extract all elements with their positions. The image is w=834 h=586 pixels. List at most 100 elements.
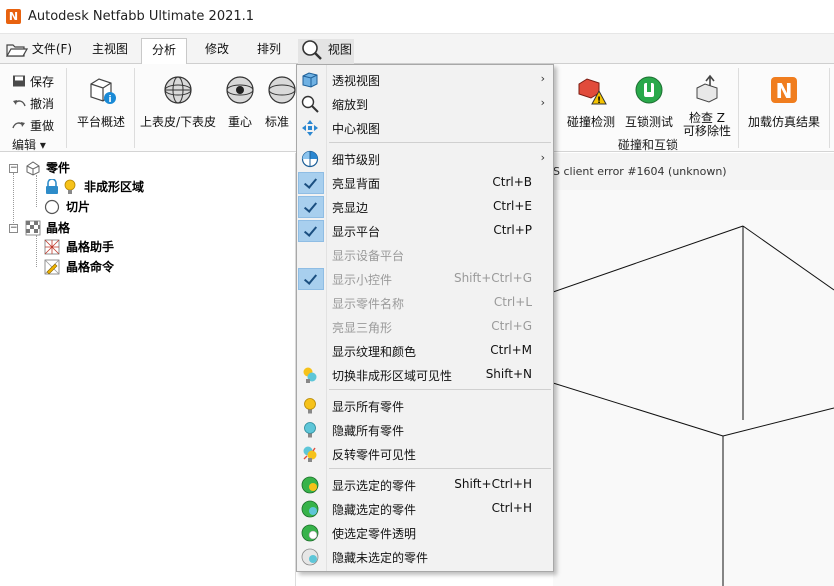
- menu-item-label: 反转零件可见性: [332, 448, 417, 462]
- menu-item[interactable]: 亮显背面 Ctrl+B: [297, 171, 553, 195]
- netfabb-simulation-icon: N: [771, 77, 797, 103]
- tree-item-lattice-command[interactable]: 晶格命令: [66, 258, 114, 276]
- hide-selected-icon: [301, 500, 319, 518]
- part-tree-panel: − 零件 非成形区域 切片 − 晶格 晶格助手 晶格命令: [0, 153, 296, 586]
- menu-item[interactable]: 反转零件可见性: [297, 442, 553, 466]
- menu-item[interactable]: 切换非成形区域可见性 Shift+N: [297, 363, 553, 387]
- redo-icon: [12, 122, 25, 129]
- svg-text:i: i: [108, 95, 111, 105]
- platform-overview-button[interactable]: i 平台概述: [72, 74, 130, 130]
- platform-overview-icon: i: [90, 78, 116, 105]
- folder-open-icon: [6, 43, 28, 57]
- show-selected-icon: [301, 476, 319, 494]
- menu-item-shortcut: Ctrl+G: [491, 319, 532, 333]
- ribbon-divider: [66, 68, 67, 148]
- menu-item[interactable]: 隐藏未选定的零件: [297, 545, 553, 569]
- menu-item-label: 隐藏选定的零件: [332, 503, 417, 517]
- sphere-standard-icon: [268, 76, 296, 104]
- upper-lower-surface-button[interactable]: 上表皮/下表皮: [138, 74, 218, 130]
- center-of-gravity-button[interactable]: 重心: [222, 74, 258, 130]
- bulb-on-icon: [64, 179, 76, 194]
- hide-unselected-icon: [301, 548, 319, 566]
- checkmark-icon: [298, 196, 324, 218]
- menu-separator: [329, 142, 551, 143]
- check-z-removability-button[interactable]: 检查 Z 可移除性: [680, 74, 734, 138]
- checkmark-icon: [298, 268, 324, 290]
- menu-item[interactable]: 中心视图: [297, 116, 553, 140]
- undo-button[interactable]: 撤消: [12, 95, 54, 112]
- menu-item-label: 显示平台: [332, 225, 381, 239]
- tab-arrange-label: 排列: [257, 42, 282, 56]
- parts-expander[interactable]: −: [9, 164, 18, 173]
- tab-modify[interactable]: 修改: [203, 39, 231, 64]
- save-button[interactable]: 保存: [12, 73, 54, 90]
- menu-item-shortcut: Ctrl+B: [492, 175, 532, 189]
- menu-item: 显示零件名称 Ctrl+L: [297, 291, 553, 315]
- lattice-assistant-icon: [44, 239, 60, 255]
- tree-item-lattice[interactable]: 晶格: [46, 219, 70, 237]
- menu-item-label: 显示所有零件: [332, 400, 405, 414]
- tree-item-non-forming-region[interactable]: 非成形区域: [84, 178, 144, 196]
- bulb-off-icon: [304, 422, 316, 438]
- standard-button[interactable]: 标准: [262, 74, 296, 130]
- window-title: Autodesk Netfabb Ultimate 2021.1: [28, 9, 255, 24]
- parts-cube-icon: [26, 161, 40, 176]
- menu-item-shortcut: Ctrl+H: [491, 501, 532, 515]
- center-of-gravity-label: 重心: [227, 115, 252, 129]
- center-arrows-icon: [302, 120, 318, 136]
- svg-text:N: N: [776, 79, 793, 103]
- menu-item-label: 显示选定的零件: [332, 479, 417, 493]
- menu-item[interactable]: 缩放到 ›: [297, 92, 553, 116]
- collision-warning-icon: !: [578, 78, 607, 106]
- edit-group-label[interactable]: 编辑 ▾: [12, 136, 46, 153]
- invert-visibility-icon: [303, 446, 317, 462]
- menu-item-label: 显示零件名称: [332, 297, 405, 311]
- tab-analysis[interactable]: 分析: [141, 38, 187, 65]
- menu-item: 显示设备平台: [297, 243, 553, 267]
- menu-item-label: 亮显边: [332, 201, 369, 215]
- tab-view[interactable]: 视图: [298, 39, 354, 64]
- standard-label: 标准: [265, 115, 290, 129]
- svg-text:!: !: [597, 96, 601, 106]
- toggle-visibility-bulb-icon: [303, 367, 317, 383]
- menu-item[interactable]: 显示选定的零件 Shift+Ctrl+H: [297, 473, 553, 497]
- menu-item[interactable]: 使选定零件透明: [297, 521, 553, 545]
- menu-item-shortcut: Shift+Ctrl+G: [453, 271, 532, 285]
- menu-item[interactable]: 透视视图 ›: [297, 68, 553, 92]
- tree-item-parts[interactable]: 零件: [46, 159, 70, 177]
- menu-item[interactable]: 显示平台 Ctrl+P: [297, 219, 553, 243]
- menu-item[interactable]: 显示所有零件: [297, 394, 553, 418]
- menu-item[interactable]: 显示纹理和颜色 Ctrl+M: [297, 339, 553, 363]
- menu-item-label: 细节级别: [332, 153, 381, 167]
- ribbon-divider: [134, 68, 135, 148]
- viewport-canvas[interactable]: [552, 190, 834, 586]
- load-simulation-results-button[interactable]: N 加载仿真结果: [744, 74, 824, 130]
- menu-item-shortcut: Shift+Ctrl+H: [454, 477, 532, 491]
- view-dropdown-menu: 透视视图 › 缩放到 › 中心视图 细节级别 › 亮显背面 Ctrl+B 亮显边 Ctrl+E 显示平…: [296, 64, 554, 572]
- redo-button[interactable]: 重做: [12, 117, 54, 134]
- menu-item[interactable]: 细节级别 ›: [297, 147, 553, 171]
- tab-file[interactable]: 文件(F): [4, 39, 74, 64]
- menu-item[interactable]: 亮显边 Ctrl+E: [297, 195, 553, 219]
- tree-guide-line: [13, 173, 14, 229]
- tab-home-view[interactable]: 主视图: [90, 39, 130, 64]
- ribbon-tab-row: 文件(F) 主视图 分析 修改 排列 视图: [0, 34, 834, 65]
- tree-item-lattice-assistant[interactable]: 晶格助手: [66, 238, 114, 256]
- interlock-test-button[interactable]: 互锁测试: [622, 74, 676, 130]
- lattice-checker-icon: [25, 220, 41, 236]
- interlock-test-label: 互锁测试: [624, 115, 673, 129]
- tab-view-label: 视图: [327, 42, 352, 57]
- menu-separator: [329, 468, 551, 469]
- collision-detection-button[interactable]: ! 碰撞检测: [562, 74, 620, 130]
- collision-detection-label: 碰撞检测: [566, 115, 615, 129]
- menu-item[interactable]: 隐藏所有零件: [297, 418, 553, 442]
- tree-item-slice[interactable]: 切片: [66, 198, 90, 216]
- menu-item[interactable]: 隐藏选定的零件 Ctrl+H: [297, 497, 553, 521]
- menu-item-label: 隐藏未选定的零件: [332, 551, 429, 565]
- zoom-magnifier-icon: [301, 95, 319, 113]
- load-simulation-results-label: 加载仿真结果: [747, 115, 820, 129]
- detail-level-icon: [301, 150, 319, 168]
- menu-item-label: 亮显三角形: [332, 321, 393, 335]
- tab-arrange[interactable]: 排列: [255, 39, 283, 64]
- lattice-expander[interactable]: −: [9, 224, 18, 233]
